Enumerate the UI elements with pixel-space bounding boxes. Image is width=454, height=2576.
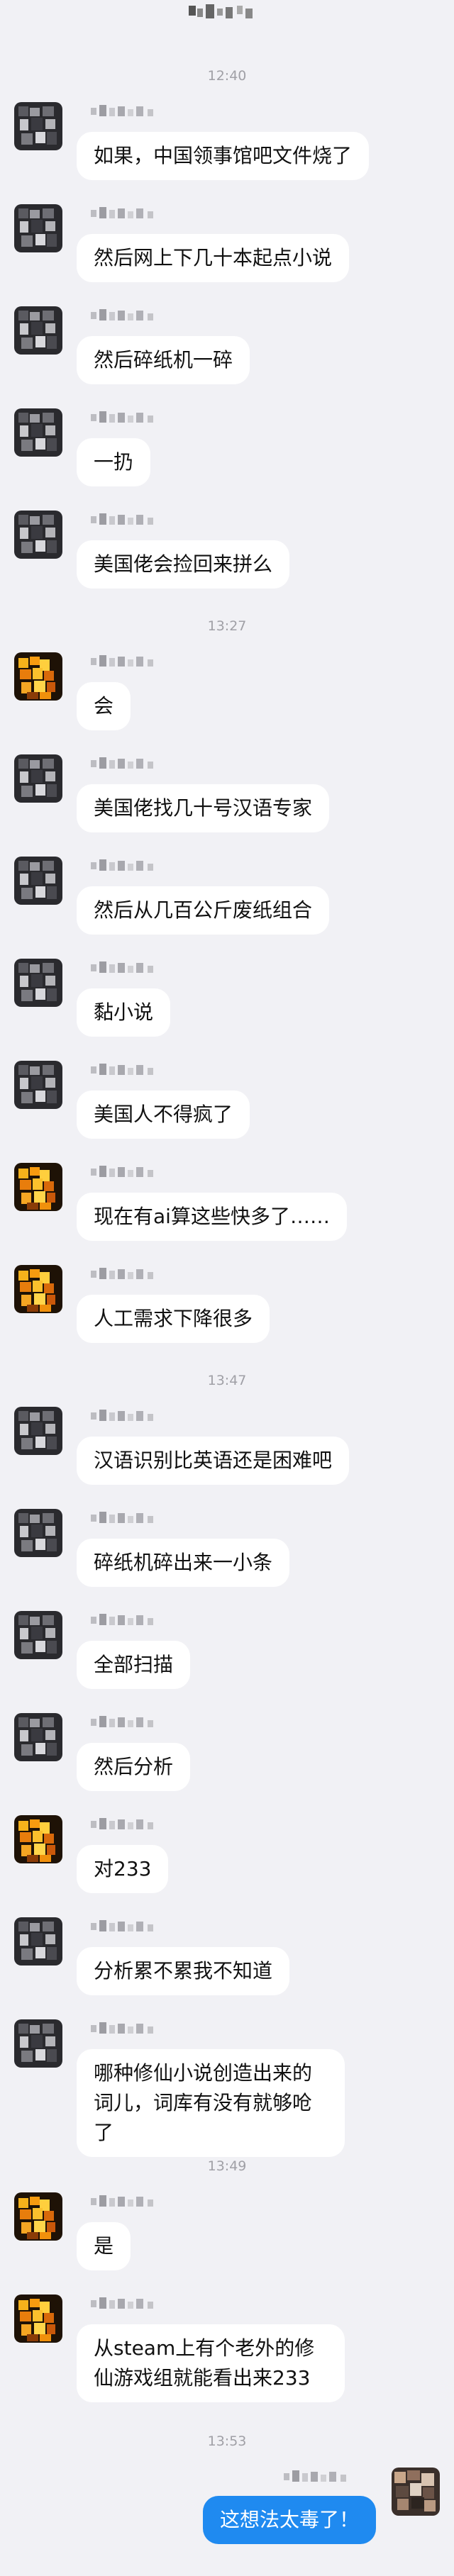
message-bubble[interactable]: 然后网上下几十本起点小说 — [77, 234, 350, 282]
sender-name-redacted — [91, 1920, 233, 1936]
incoming-message: 全部扫描 — [0, 1611, 454, 1689]
avatar[interactable] — [14, 1611, 62, 1659]
timestamp: 13:47 — [207, 1373, 247, 1388]
message-bubble[interactable]: 然后从几百公斤废纸组合 — [77, 886, 330, 935]
avatar[interactable] — [14, 1265, 62, 1313]
avatar[interactable] — [14, 2192, 62, 2241]
avatar[interactable] — [14, 204, 62, 252]
sender-name-redacted — [91, 1166, 233, 1181]
message-bubble[interactable]: 全部扫描 — [77, 1641, 191, 1689]
sender-name-redacted — [91, 2195, 233, 2211]
message-bubble[interactable]: 人工需求下降很多 — [77, 1295, 270, 1343]
incoming-message: 碎纸机碎出来一小条 — [0, 1509, 454, 1587]
message-bubble[interactable]: 会 — [77, 682, 131, 730]
message-thread[interactable]: 12:40 如果，中国领事馆吧文件烧了 然后网上下几十本起点小说 然后碎纸机一碎 一扔美… — [0, 62, 454, 2568]
sender-name-redacted — [284, 2470, 426, 2486]
incoming-message: 美国佬会捡回来拼么 — [0, 511, 454, 589]
message-bubble[interactable]: 美国佬会捡回来拼么 — [77, 540, 290, 589]
timestamp: 13:27 — [207, 618, 247, 634]
incoming-message: 从steam上有个老外的修仙游戏组就能看出来233 — [0, 2295, 454, 2404]
incoming-message: 是 — [0, 2192, 454, 2270]
avatar[interactable] — [14, 102, 62, 150]
timestamp: 13:53 — [207, 2433, 247, 2449]
incoming-message: 哪种修仙小说创造出来的词儿，词库有没有就够呛了 — [0, 2019, 454, 2157]
timestamp: 12:40 — [207, 68, 247, 84]
avatar[interactable] — [14, 408, 62, 457]
avatar[interactable] — [14, 306, 62, 355]
incoming-message: 然后分析 — [0, 1713, 454, 1791]
message-bubble[interactable]: 然后碎纸机一碎 — [77, 336, 250, 384]
sender-name-redacted — [91, 2297, 233, 2313]
chat-title-bar — [0, 0, 454, 43]
incoming-message: 汉语识别比英语还是困难吧 — [0, 1407, 454, 1485]
message-bubble[interactable]: 这想法太毒了！ — [202, 2496, 376, 2544]
avatar[interactable] — [14, 1061, 62, 1109]
sender-name-redacted — [91, 757, 233, 773]
message-bubble[interactable]: 从steam上有个老外的修仙游戏组就能看出来233 — [77, 2324, 345, 2402]
message-bubble[interactable]: 碎纸机碎出来一小条 — [77, 1539, 290, 1587]
sender-name-redacted — [91, 961, 233, 977]
avatar[interactable] — [14, 1509, 62, 1557]
sender-name-redacted — [91, 309, 233, 325]
avatar[interactable] — [14, 511, 62, 559]
avatar[interactable] — [14, 959, 62, 1007]
sender-name-redacted — [91, 1410, 233, 1425]
avatar[interactable] — [14, 1163, 62, 1211]
sender-name-redacted — [91, 2022, 233, 2038]
sender-name-redacted — [91, 411, 233, 427]
message-bubble[interactable]: 美国佬找几十号汉语专家 — [77, 784, 330, 832]
avatar[interactable] — [14, 1713, 62, 1761]
message-bubble[interactable]: 汉语识别比英语还是困难吧 — [77, 1437, 350, 1485]
avatar[interactable] — [14, 1815, 62, 1863]
message-bubble[interactable]: 如果，中国领事馆吧文件烧了 — [77, 132, 370, 180]
incoming-message: 美国人不得疯了 — [0, 1061, 454, 1139]
sender-name-redacted — [91, 859, 233, 875]
sender-name-redacted — [91, 105, 233, 121]
sender-name-redacted — [91, 655, 233, 671]
message-bubble[interactable]: 分析累不累我不知道 — [77, 1947, 290, 1995]
message-bubble[interactable]: 对233 — [77, 1845, 169, 1893]
incoming-message: 然后从几百公斤废纸组合 — [0, 857, 454, 935]
incoming-message: 然后网上下几十本起点小说 — [0, 204, 454, 282]
avatar[interactable] — [14, 2295, 62, 2343]
message-bubble[interactable]: 是 — [77, 2222, 131, 2270]
avatar[interactable] — [14, 1407, 62, 1455]
incoming-message: 如果，中国领事馆吧文件烧了 — [0, 102, 454, 180]
outgoing-message: 这想法太毒了！ — [0, 2468, 454, 2544]
incoming-message: 分析累不累我不知道 — [0, 1917, 454, 1995]
incoming-message: 美国佬找几十号汉语专家 — [0, 754, 454, 832]
sender-name-redacted — [91, 1064, 233, 1079]
sender-name-redacted — [91, 1716, 233, 1732]
message-bubble[interactable]: 黏小说 — [77, 988, 171, 1037]
message-bubble[interactable]: 然后分析 — [77, 1743, 191, 1791]
incoming-message: 会 — [0, 652, 454, 730]
incoming-message: 人工需求下降很多 — [0, 1265, 454, 1343]
avatar[interactable] — [14, 1917, 62, 1966]
avatar[interactable] — [14, 2019, 62, 2068]
avatar[interactable] — [14, 857, 62, 905]
message-bubble[interactable]: 哪种修仙小说创造出来的词儿，词库有没有就够呛了 — [77, 2049, 345, 2157]
incoming-message: 黏小说 — [0, 959, 454, 1037]
sender-name-redacted — [91, 1614, 233, 1629]
message-bubble[interactable]: 一扔 — [77, 438, 151, 486]
sender-name-redacted — [91, 1818, 233, 1834]
message-bubble[interactable]: 美国人不得疯了 — [77, 1091, 250, 1139]
avatar[interactable] — [14, 754, 62, 803]
avatar[interactable] — [14, 652, 62, 701]
incoming-message: 一扔 — [0, 408, 454, 486]
incoming-message: 然后碎纸机一碎 — [0, 306, 454, 384]
sender-name-redacted — [91, 513, 233, 529]
sender-name-redacted — [91, 1512, 233, 1527]
incoming-message: 现在有ai算这些快多了…… — [0, 1163, 454, 1241]
sender-name-redacted — [91, 1268, 233, 1283]
incoming-message: 对233 — [0, 1815, 454, 1893]
sender-name-redacted — [91, 207, 233, 223]
message-bubble[interactable]: 现在有ai算这些快多了…… — [77, 1193, 347, 1241]
